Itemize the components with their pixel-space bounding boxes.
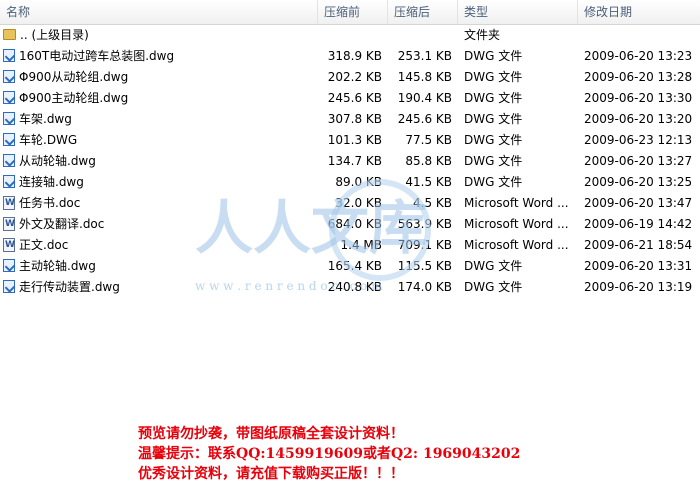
file-compressed-size: 202.2 KB [327,70,382,84]
watermark-text: 人人文库 [195,194,427,262]
file-modified: 2009-06-20 13:25 [584,175,693,189]
file-modified: 2009-06-21 18:54 [584,238,693,252]
watermark-url: w w w . r e n r e n d o c . c o m [195,279,383,293]
dwg-file-icon [3,259,15,272]
file-type: DWG 文件 [464,91,523,105]
doc-file-icon [3,214,15,235]
notice-line-2: 温馨提示：联系QQ:1459919609或者Q2: 1969043202 [138,446,521,462]
file-modified: 2009-06-20 13:31 [584,259,693,273]
column-type[interactable]: 类型 [458,0,578,24]
dwg-file-icon [3,91,15,104]
file-type: DWG 文件 [464,49,523,63]
file-compressed-size: 134.7 KB [327,154,382,168]
file-row[interactable]: 从动轮轴.dwg 134.7 KB 85.8 KB DWG 文件 2009-06-20 … [0,151,700,172]
file-size: 145.8 KB [397,70,452,84]
dwg-file-icon [3,175,15,188]
file-compressed-size: 245.6 KB [327,91,382,105]
file-size: 253.1 KB [397,49,452,63]
file-modified: 2009-06-20 13:20 [584,112,693,126]
file-name: 连接轴.dwg [19,175,84,189]
notice-line-3: 优秀设计资料，请充值下载购买正版！！！ [138,466,404,482]
file-name-cell: Φ900从动轮组.dwg [3,67,315,88]
file-name: 外文及翻译.doc [19,217,105,231]
file-modified: 2009-06-19 14:42 [584,217,693,231]
file-modified: 2009-06-20 13:19 [584,280,693,294]
file-modified: 2009-06-23 12:13 [584,133,693,147]
file-row[interactable]: .. (上级目录) 文件夹 [0,25,700,46]
file-name-cell: 车架.dwg [3,109,315,130]
file-name: .. (上级目录) [20,28,89,42]
column-compressed[interactable]: 压缩前 [318,0,388,24]
file-compressed-size: 307.8 KB [327,112,382,126]
file-name: 从动轮轴.dwg [19,154,96,168]
file-name: 主动轮轴.dwg [19,259,96,273]
watermark: 人人文库 w w w . r e n r e n d o c . c o m [195,179,431,293]
dwg-file-icon [3,70,15,83]
file-size: 85.8 KB [405,154,452,168]
file-name: 车轮.DWG [19,133,78,147]
file-row[interactable]: 车架.dwg 307.8 KB 245.6 KB DWG 文件 2009-06-20 1… [0,109,700,130]
file-name: 任务书.doc [19,196,81,210]
file-size: 190.4 KB [397,91,452,105]
file-name: Φ900从动轮组.dwg [19,70,129,84]
file-type: DWG 文件 [464,70,523,84]
doc-file-icon [3,235,15,256]
file-name-cell: 从动轮轴.dwg [3,151,315,172]
file-modified: 2009-06-20 13:28 [584,70,693,84]
file-name-cell: Φ900主动轮组.dwg [3,88,315,109]
file-modified: 2009-06-20 13:47 [584,196,693,210]
file-name: 走行传动装置.dwg [19,280,120,294]
file-type: DWG 文件 [464,133,523,147]
file-row[interactable]: 160T电动过跨车总装图.dwg 318.9 KB 253.1 KB DWG 文件 20… [0,46,700,67]
folder-icon [3,29,16,40]
file-name-cell: 车轮.DWG [3,130,315,151]
file-name-cell: 160T电动过跨车总装图.dwg [3,46,315,67]
file-size [388,25,452,46]
doc-file-icon [3,193,15,214]
dwg-file-icon [3,112,15,125]
column-header: 名称 压缩前 压缩后 类型 修改日期 [0,0,700,25]
dwg-file-icon [3,154,15,167]
notice-line-1: 预览请勿抄袭，带图纸原稿全套设计资料！ [138,426,404,442]
file-size: 77.5 KB [405,133,452,147]
file-modified: 2009-06-20 13:30 [584,91,693,105]
dwg-file-icon [3,280,15,293]
column-size[interactable]: 压缩后 [388,0,458,24]
file-name: Φ900主动轮组.dwg [19,91,129,105]
column-modified[interactable]: 修改日期 [578,0,700,24]
file-compressed-size: 318.9 KB [327,49,382,63]
file-row[interactable]: 车轮.DWG 101.3 KB 77.5 KB DWG 文件 2009-06-23 12… [0,130,700,151]
file-compressed-size: 101.3 KB [327,133,382,147]
notice: 预览请勿抄袭，带图纸原稿全套设计资料！ 温馨提示：联系QQ:1459919609… [138,424,658,484]
dwg-file-icon [3,49,15,62]
dwg-file-icon [3,133,15,146]
file-compressed-size [318,25,382,46]
file-name: 160T电动过跨车总装图.dwg [19,49,175,63]
file-name: 正文.doc [19,238,69,252]
file-modified: 2009-06-20 13:23 [584,49,693,63]
file-name-cell: .. (上级目录) [3,25,315,46]
file-size: 245.6 KB [397,112,452,126]
file-modified: 2009-06-20 13:27 [584,154,693,168]
file-row[interactable]: Φ900从动轮组.dwg 202.2 KB 145.8 KB DWG 文件 2009-0… [0,67,700,88]
file-type: DWG 文件 [464,154,523,168]
file-modified [584,25,698,46]
file-type: DWG 文件 [464,112,523,126]
column-name[interactable]: 名称 [0,0,318,24]
file-type: 文件夹 [464,28,501,42]
file-name: 车架.dwg [19,112,72,126]
file-row[interactable]: Φ900主动轮组.dwg 245.6 KB 190.4 KB DWG 文件 2009-0… [0,88,700,109]
